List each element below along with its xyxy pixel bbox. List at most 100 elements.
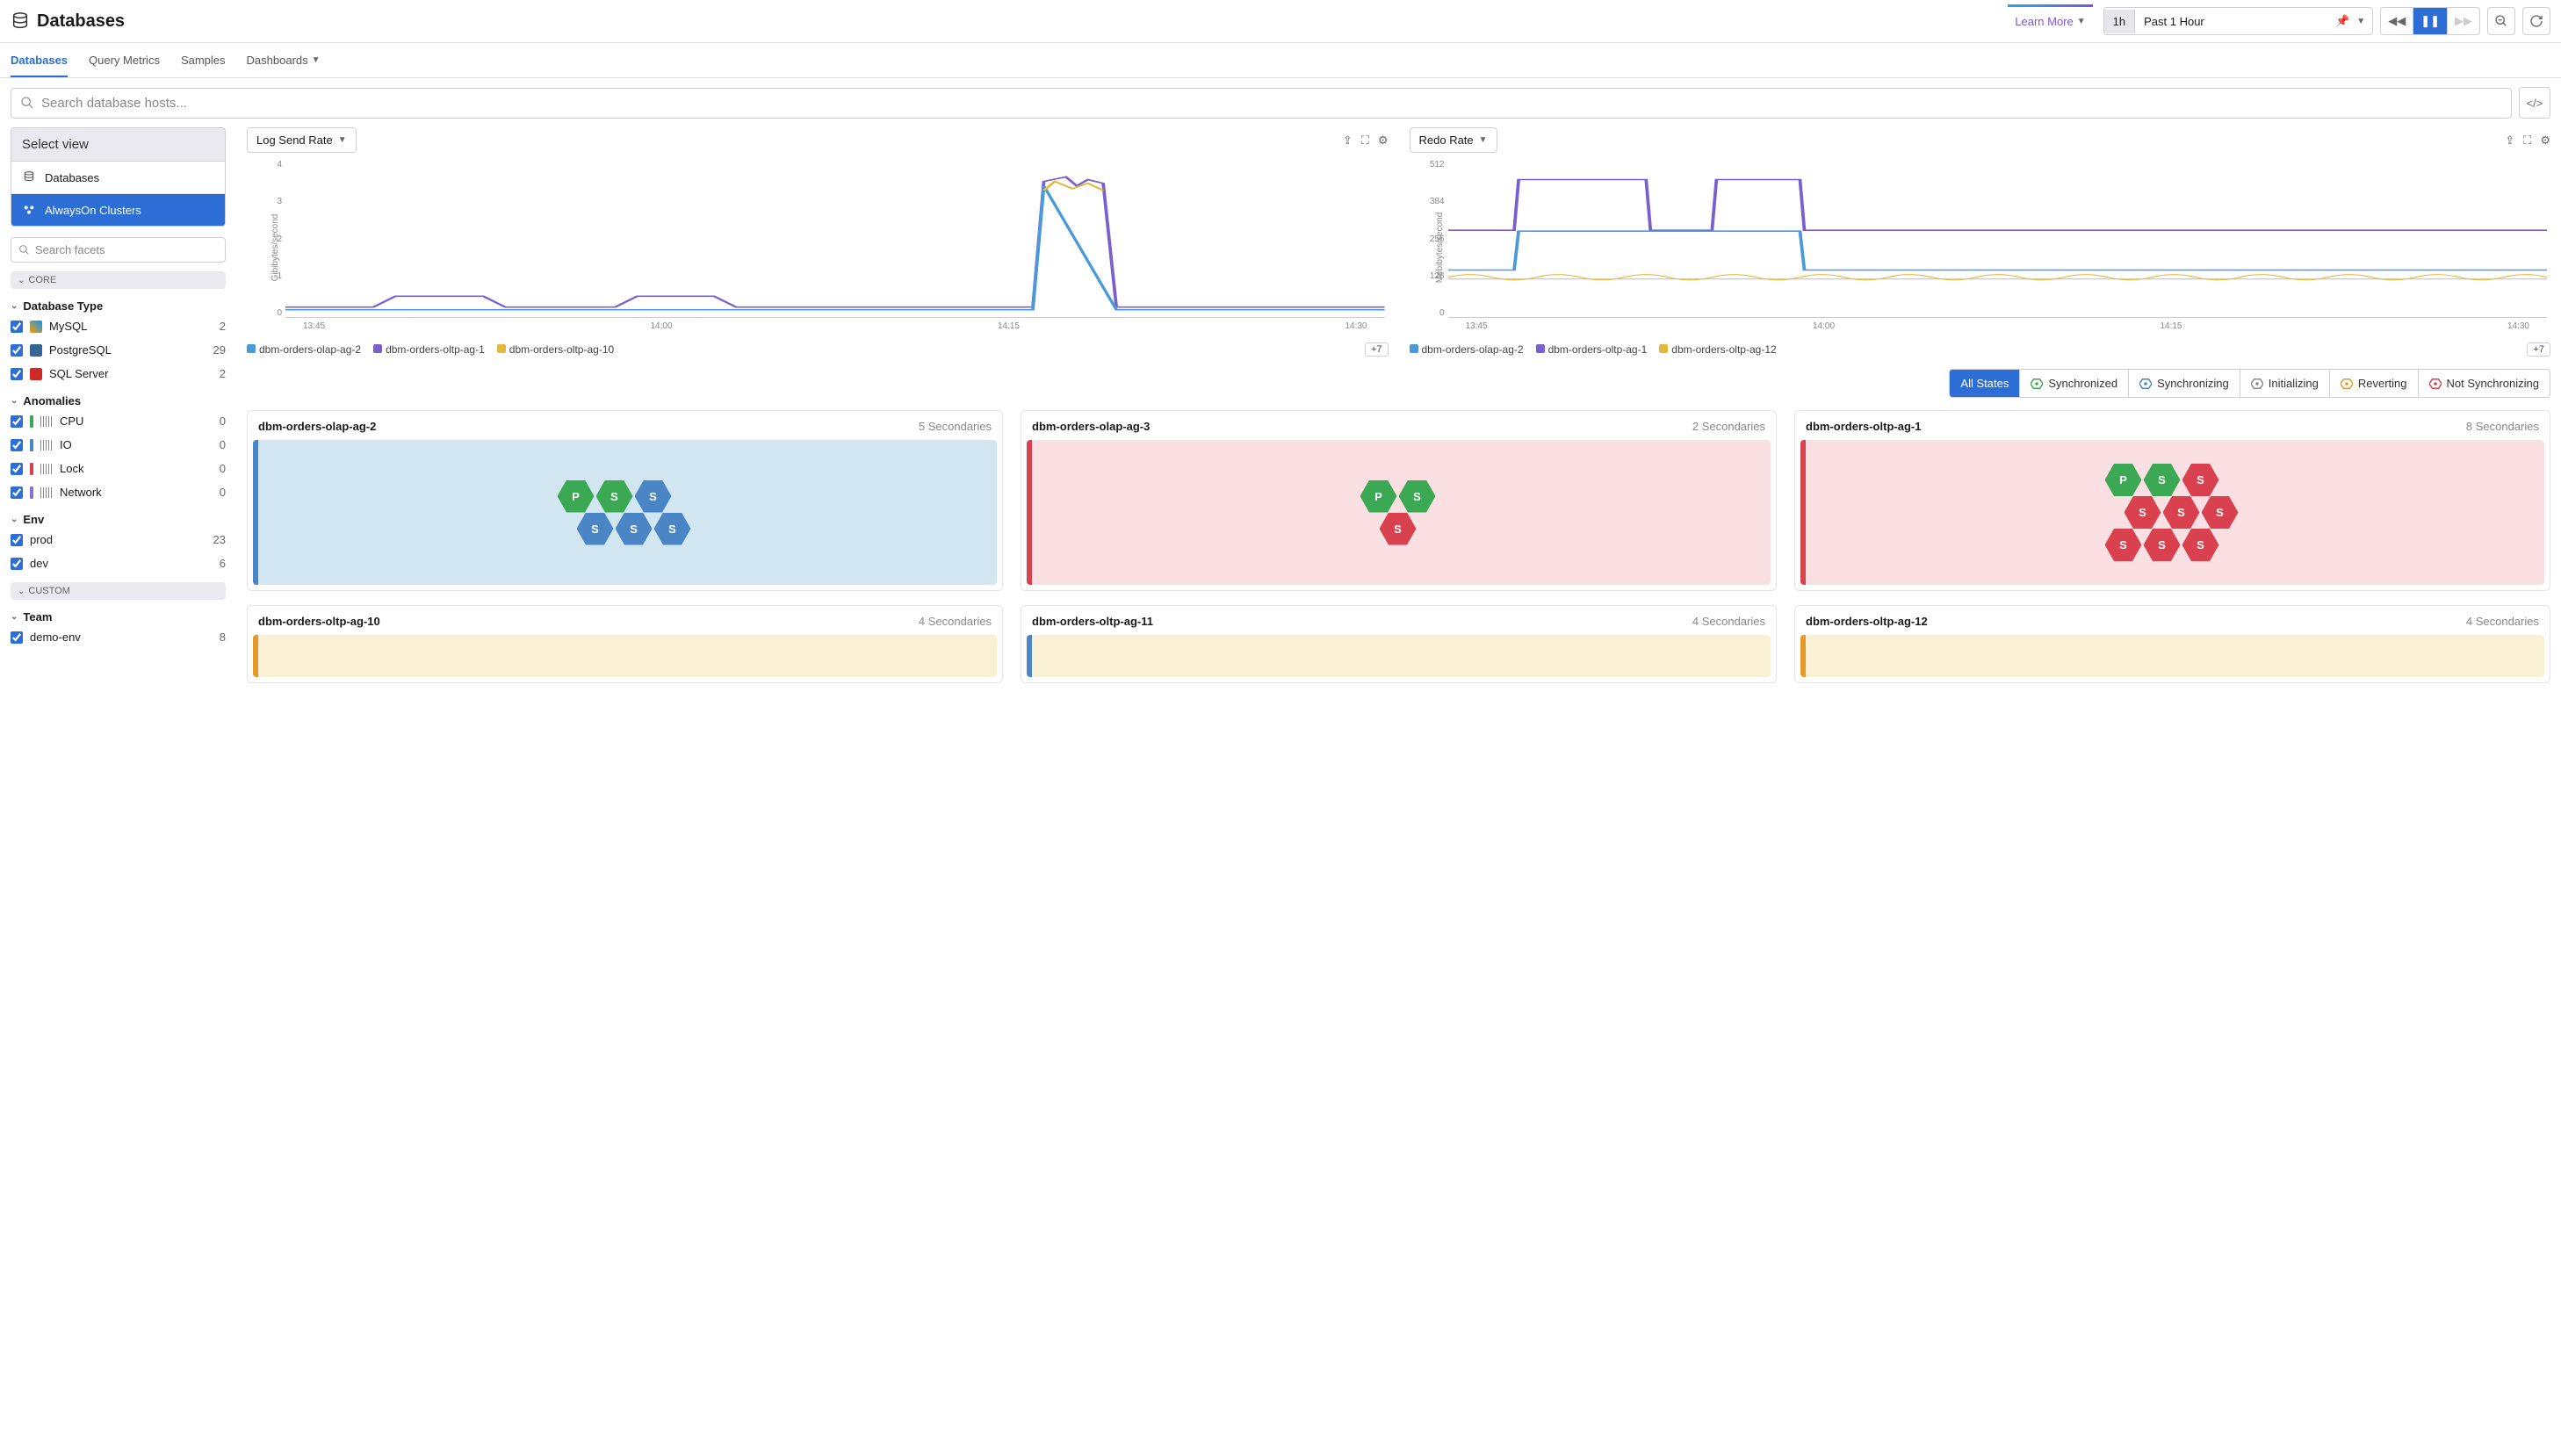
host-search-input[interactable]: Search database hosts... bbox=[11, 88, 2512, 119]
learn-more-link[interactable]: Learn More ▼ bbox=[2008, 11, 2092, 32]
expand-icon[interactable]: ⛶ bbox=[2523, 133, 2531, 148]
legend-item[interactable]: dbm-orders-olap-ag-2 bbox=[1410, 343, 1524, 356]
facet-count: 2 bbox=[220, 320, 226, 333]
ag-cluster-card[interactable]: dbm-orders-oltp-ag-18 SecondariesPSSSSSS… bbox=[1794, 410, 2550, 591]
refresh-button[interactable] bbox=[2522, 7, 2550, 35]
tab-databases[interactable]: Databases bbox=[11, 45, 68, 77]
ag-cluster-card[interactable]: dbm-orders-oltp-ag-104 Secondaries bbox=[247, 605, 1003, 683]
chart-plot-area[interactable] bbox=[285, 163, 1385, 318]
ag-cluster-card[interactable]: dbm-orders-oltp-ag-114 Secondaries bbox=[1021, 605, 1777, 683]
facet-section-env[interactable]: ⌄ Env bbox=[11, 513, 226, 526]
chevron-down-icon: ▼ bbox=[2077, 17, 2086, 26]
ag-cluster-card[interactable]: dbm-orders-olap-ag-25 SecondariesPSSSSS bbox=[247, 410, 1003, 591]
chevron-down-icon[interactable]: ▼ bbox=[2356, 17, 2365, 26]
view-item-databases[interactable]: Databases bbox=[11, 162, 225, 193]
facet-checkbox[interactable] bbox=[11, 368, 23, 380]
rewind-button[interactable]: ◀◀ bbox=[2381, 8, 2413, 34]
replica-hex[interactable]: S bbox=[2182, 529, 2219, 561]
filter-synchronizing[interactable]: Synchronizing bbox=[2128, 370, 2240, 397]
time-range-picker[interactable]: 1h Past 1 Hour 📌 ▼ bbox=[2103, 7, 2374, 35]
facet-checkbox[interactable] bbox=[11, 463, 23, 475]
replica-hex[interactable]: S bbox=[596, 480, 633, 513]
facet-row[interactable]: Network0 bbox=[11, 482, 226, 502]
pause-button[interactable]: ❚❚ bbox=[2413, 8, 2447, 34]
replica-hex[interactable]: S bbox=[616, 513, 653, 545]
legend-item[interactable]: dbm-orders-olap-ag-2 bbox=[247, 343, 361, 356]
gear-icon[interactable]: ⚙ bbox=[2540, 133, 2550, 148]
facet-checkbox[interactable] bbox=[11, 415, 23, 428]
replica-hex[interactable]: S bbox=[2182, 464, 2219, 496]
legend-overflow-badge[interactable]: +7 bbox=[2527, 342, 2550, 357]
facet-section-database-type[interactable]: ⌄ Database Type bbox=[11, 299, 226, 313]
facet-checkbox[interactable] bbox=[11, 487, 23, 499]
facet-checkbox[interactable] bbox=[11, 631, 23, 644]
time-range-preset[interactable]: 1h bbox=[2104, 10, 2135, 33]
replica-hex[interactable]: S bbox=[2144, 464, 2181, 496]
replica-hex[interactable]: S bbox=[654, 513, 691, 545]
ag-cluster-card[interactable]: dbm-orders-olap-ag-32 SecondariesPSS bbox=[1021, 410, 1777, 591]
facet-row[interactable]: Lock0 bbox=[11, 458, 226, 479]
chart-plot-area[interactable] bbox=[1448, 163, 2548, 318]
filter-reverting[interactable]: Reverting bbox=[2329, 370, 2418, 397]
facet-group-custom[interactable]: ⌄ CUSTOM bbox=[11, 582, 226, 600]
facet-row[interactable]: PostgreSQL29 bbox=[11, 340, 226, 360]
expand-icon[interactable]: ⛶ bbox=[1361, 133, 1369, 148]
facet-row[interactable]: dev6 bbox=[11, 553, 226, 573]
ag-name: dbm-orders-olap-ag-2 bbox=[258, 420, 376, 433]
legend-item[interactable]: dbm-orders-oltp-ag-12 bbox=[1659, 343, 1776, 356]
tab-samples[interactable]: Samples bbox=[181, 45, 226, 76]
facet-checkbox[interactable] bbox=[11, 558, 23, 570]
legend-item[interactable]: dbm-orders-oltp-ag-1 bbox=[1536, 343, 1648, 356]
replica-hex[interactable]: S bbox=[2125, 496, 2161, 529]
tab-dashboards[interactable]: Dashboards ▼ bbox=[247, 45, 321, 76]
facet-row[interactable]: CPU0 bbox=[11, 411, 226, 431]
facet-group-core[interactable]: ⌄ CORE bbox=[11, 271, 226, 289]
replica-hex[interactable]: S bbox=[2144, 529, 2181, 561]
facet-label: dev bbox=[30, 557, 48, 570]
export-icon[interactable]: ⇪ bbox=[2505, 133, 2514, 148]
ag-cluster-card[interactable]: dbm-orders-oltp-ag-124 Secondaries bbox=[1794, 605, 2550, 683]
filter-not-synchronizing[interactable]: Not Synchronizing bbox=[2418, 370, 2550, 397]
replica-hex[interactable]: S bbox=[577, 513, 614, 545]
view-item-alwayson-clusters[interactable]: AlwaysOn Clusters bbox=[11, 193, 225, 226]
gear-icon[interactable]: ⚙ bbox=[1378, 133, 1389, 148]
replica-hex[interactable]: S bbox=[2105, 529, 2142, 561]
facet-checkbox[interactable] bbox=[11, 439, 23, 451]
facet-row[interactable]: prod23 bbox=[11, 530, 226, 550]
facet-search-input[interactable]: Search facets bbox=[11, 237, 226, 263]
filter-synchronized[interactable]: Synchronized bbox=[2019, 370, 2128, 397]
replica-hex[interactable]: S bbox=[1399, 480, 1436, 513]
replica-hex[interactable]: S bbox=[2202, 496, 2239, 529]
chart-metric-selector[interactable]: Redo Rate ▼ bbox=[1410, 127, 1497, 153]
zoom-out-button[interactable] bbox=[2487, 7, 2515, 35]
facet-row[interactable]: IO0 bbox=[11, 435, 226, 455]
facet-row[interactable]: demo-env8 bbox=[11, 627, 226, 647]
replica-hex[interactable]: S bbox=[2163, 496, 2200, 529]
replica-hex[interactable]: P bbox=[1360, 480, 1397, 513]
replica-hex[interactable]: S bbox=[635, 480, 672, 513]
facet-row[interactable]: MySQL2 bbox=[11, 316, 226, 336]
facet-checkbox[interactable] bbox=[11, 534, 23, 546]
time-range-label[interactable]: Past 1 Hour bbox=[2135, 10, 2328, 33]
replica-hex[interactable]: P bbox=[2105, 464, 2142, 496]
filter-all-states[interactable]: All States bbox=[1950, 370, 2019, 397]
legend-item[interactable]: dbm-orders-oltp-ag-1 bbox=[373, 343, 485, 356]
filter-initializing[interactable]: Initializing bbox=[2240, 370, 2329, 397]
pin-icon[interactable]: 📌 bbox=[2335, 14, 2349, 28]
facet-section-team[interactable]: ⌄ Team bbox=[11, 610, 226, 623]
facet-checkbox[interactable] bbox=[11, 344, 23, 357]
facet-checkbox[interactable] bbox=[11, 321, 23, 333]
hex-icon bbox=[2031, 378, 2043, 390]
facet-section-anomalies[interactable]: ⌄ Anomalies bbox=[11, 394, 226, 407]
chevron-down-icon: ⌄ bbox=[11, 515, 18, 524]
export-icon[interactable]: ⇪ bbox=[1343, 133, 1353, 148]
legend-overflow-badge[interactable]: +7 bbox=[1365, 342, 1389, 357]
replica-hex[interactable]: P bbox=[558, 480, 595, 513]
query-editor-toggle[interactable]: </> bbox=[2519, 87, 2550, 119]
legend-item[interactable]: dbm-orders-oltp-ag-10 bbox=[497, 343, 614, 356]
tab-query-metrics[interactable]: Query Metrics bbox=[89, 45, 160, 76]
replica-hex[interactable]: S bbox=[1380, 513, 1417, 545]
forward-button[interactable]: ▶▶ bbox=[2447, 8, 2479, 34]
facet-row[interactable]: SQL Server2 bbox=[11, 364, 226, 384]
chart-metric-selector[interactable]: Log Send Rate ▼ bbox=[247, 127, 357, 153]
